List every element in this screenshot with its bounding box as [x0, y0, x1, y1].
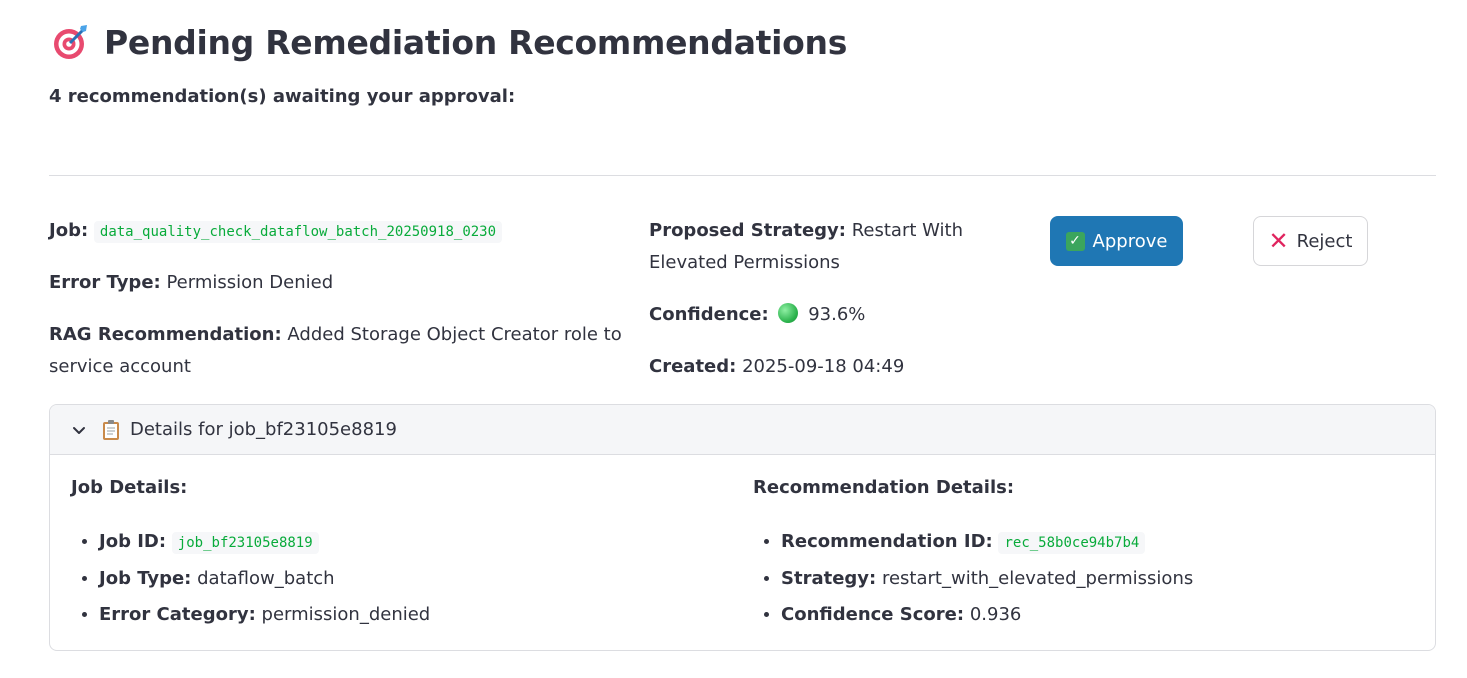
reject-label: Reject [1296, 230, 1353, 252]
approve-label: Approve [1092, 230, 1168, 252]
page-title: Pending Remediation Recommendations [104, 22, 848, 62]
created-label: Created: [649, 356, 737, 377]
job-name-code: data_quality_check_dataflow_batch_202509… [93, 221, 503, 243]
error-type-value: Permission Denied [166, 272, 334, 293]
job-details-title: Job Details: [71, 477, 188, 498]
job-details-list: Job ID: job_bf23105e8819 Job Type: dataf… [71, 524, 430, 633]
proposed-strategy-field: Proposed Strategy: Restart With Elevated… [649, 215, 1019, 279]
error-type-label: Error Type: [49, 272, 161, 293]
error-type-field: Error Type: Permission Denied [49, 267, 333, 299]
chevron-down-icon [73, 426, 85, 434]
error-category-label: Error Category: [99, 604, 256, 625]
clipboard-icon [103, 419, 119, 440]
approve-button[interactable]: ✓ Approve [1050, 216, 1183, 266]
list-item: Job ID: job_bf23105e8819 [99, 524, 430, 561]
rag-recommendation-field: RAG Recommendation: Added Storage Object… [49, 319, 629, 383]
strategy-detail-value: restart_with_elevated_permissions [881, 568, 1194, 589]
job-details-column: Job Details: Job ID: job_bf23105e8819 Jo… [71, 477, 430, 633]
green-circle-icon [778, 303, 799, 323]
details-expander-header[interactable]: Details for job_bf23105e8819 [50, 405, 1435, 455]
cross-icon: ✕ [1268, 227, 1289, 255]
job-id-label: Job ID: [99, 531, 167, 552]
job-field: Job: data_quality_check_dataflow_batch_2… [49, 215, 503, 248]
recommendation-details-column: Recommendation Details: Recommendation I… [753, 477, 1193, 633]
strategy-label: Proposed Strategy: [649, 220, 846, 241]
target-icon [54, 25, 87, 59]
job-label: Job: [49, 220, 89, 241]
rag-label: RAG Recommendation: [49, 324, 282, 345]
page-header: Pending Remediation Recommendations [50, 22, 847, 62]
list-item: Job Type: dataflow_batch [99, 561, 430, 597]
confidence-label: Confidence: [649, 304, 769, 325]
job-type-value: dataflow_batch [197, 568, 335, 589]
list-item: Strategy: restart_with_elevated_permissi… [781, 561, 1193, 597]
recommendation-details-list: Recommendation ID: rec_58b0ce94b7b4 Stra… [753, 524, 1193, 633]
list-item: Error Category: permission_denied [99, 597, 430, 633]
recommendation-details-title: Recommendation Details: [753, 477, 1015, 498]
details-expander: Details for job_bf23105e8819 Job Details… [49, 404, 1436, 651]
job-id-code: job_bf23105e8819 [171, 532, 319, 554]
confidence-score-value: 0.936 [969, 604, 1022, 625]
created-field: Created: 2025-09-18 04:49 [649, 351, 904, 383]
strategy-detail-label: Strategy: [781, 568, 877, 589]
error-category-value: permission_denied [261, 604, 431, 625]
confidence-field: Confidence: 93.6% [649, 299, 865, 331]
confidence-score-label: Confidence Score: [781, 604, 965, 625]
divider [49, 175, 1436, 176]
recommendation-id-code: rec_58b0ce94b7b4 [998, 532, 1146, 554]
created-value: 2025-09-18 04:49 [742, 356, 905, 377]
list-item: Confidence Score: 0.936 [781, 597, 1193, 633]
job-type-label: Job Type: [99, 568, 192, 589]
list-item: Recommendation ID: rec_58b0ce94b7b4 [781, 524, 1193, 561]
reject-button[interactable]: ✕ Reject [1253, 216, 1368, 266]
check-icon: ✓ [1065, 231, 1085, 251]
pending-count-text: 4 recommendation(s) awaiting your approv… [49, 86, 516, 107]
details-expander-title: Details for job_bf23105e8819 [130, 419, 397, 440]
recommendation-id-label: Recommendation ID: [781, 531, 993, 552]
confidence-value: 93.6% [808, 304, 866, 325]
